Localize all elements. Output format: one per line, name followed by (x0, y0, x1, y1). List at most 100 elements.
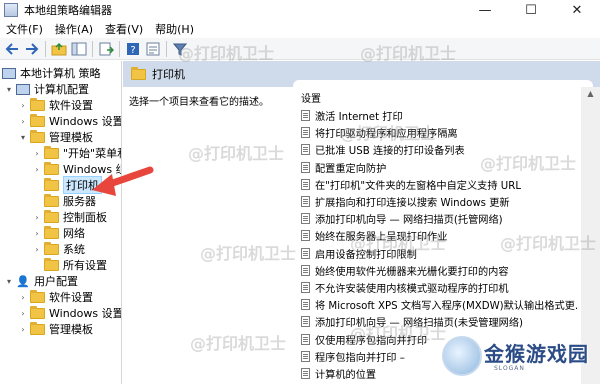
tree-item-label: Windows 设置 (49, 115, 122, 128)
setting-item-label: 将打印驱动程序和应用程序隔离 (315, 129, 458, 141)
chevron-right-icon[interactable]: › (18, 325, 28, 334)
settings-column-header[interactable]: 设置 (301, 90, 321, 105)
tree-item-label: Windows 组 (63, 163, 122, 176)
close-button[interactable]: ✕ (554, 0, 600, 20)
navigation-tree[interactable]: 本地计算机 策略 ▾ 计算机配置 › 软件设置 › Windows 设置 ▾ 管… (0, 61, 122, 384)
tree-item-label: 网络 (63, 227, 85, 240)
setting-item-label: 配置重定向防护 (315, 163, 387, 175)
window-title: 本地组策略编辑器 (24, 4, 112, 17)
chevron-right-icon[interactable]: › (18, 101, 28, 110)
tree-item-system[interactable]: › 系统 (32, 241, 85, 257)
toolbar: ? (0, 38, 600, 60)
folder-icon (44, 161, 59, 175)
chevron-right-icon[interactable]: › (32, 245, 42, 254)
chevron-right-icon[interactable]: › (32, 165, 42, 174)
chevron-right-icon[interactable]: › (18, 117, 28, 126)
chevron-down-icon[interactable]: ▾ (4, 277, 14, 286)
toolbar-divider (166, 40, 167, 57)
tree-item-label: 打印机 (63, 176, 102, 194)
setting-item-label: 在"打印机"文件夹的左窗格中自定义支持 URL (315, 180, 522, 192)
tree-item-user-admin-templates[interactable]: › 管理模板 (18, 321, 93, 337)
setting-item[interactable]: 启用设备控制打印限制 (301, 245, 577, 262)
policy-setting-icon (301, 316, 310, 328)
setting-item[interactable]: 添加打印机向导 — 网络扫描页(未受管理网络) (301, 313, 577, 330)
scroll-up-icon[interactable]: ▲ (581, 87, 600, 101)
filter-icon[interactable] (171, 40, 189, 58)
tree-item-server[interactable]: 服务器 (32, 193, 96, 209)
tree-item-windows-settings[interactable]: › Windows 设置 (18, 113, 122, 129)
setting-item[interactable]: 将打印驱动程序和应用程序隔离 (301, 124, 577, 141)
tree-item-start-menu[interactable]: › "开始"菜单和 (32, 145, 121, 161)
tree-item-label: 系统 (63, 243, 85, 256)
tree-item-label: 服务器 (63, 195, 96, 208)
back-icon[interactable] (3, 40, 21, 58)
tree-item-software-settings[interactable]: › 软件设置 (18, 97, 93, 113)
setting-item[interactable]: 始终使用软件光栅器来光栅化要打印的内容 (301, 262, 577, 279)
menu-action[interactable]: 操作(A) (49, 21, 99, 37)
title-bar: 本地组策略编辑器 — ☐ ✕ (0, 0, 600, 20)
tree-item-control-panel[interactable]: › 控制面板 (32, 209, 107, 225)
menu-view[interactable]: 查看(V) (99, 21, 149, 37)
setting-item[interactable]: 激活 Internet 打印 (301, 107, 577, 124)
computer-icon (16, 83, 30, 95)
app-icon (4, 3, 18, 17)
chevron-right-icon[interactable]: › (18, 293, 28, 302)
chevron-right-icon[interactable]: › (32, 229, 42, 238)
folder-icon (30, 321, 45, 335)
menu-file[interactable]: 文件(F) (0, 21, 49, 37)
chevron-right-icon[interactable]: › (32, 149, 42, 158)
policy-setting-icon (301, 178, 310, 190)
setting-item[interactable]: 始终在服务器上呈现打印作业 (301, 227, 577, 244)
folder-icon (44, 177, 59, 191)
toolbar-divider (92, 40, 93, 57)
setting-item[interactable]: 添加打印机向导 — 网络扫描页(托管网络) (301, 210, 577, 227)
tree-item-all-settings[interactable]: 所有设置 (32, 257, 107, 273)
policy-setting-icon (301, 196, 310, 208)
setting-item-label: 始终使用软件光栅器来光栅化要打印的内容 (315, 266, 509, 278)
tree-item-label: 软件设置 (49, 291, 93, 304)
tree-item-root[interactable]: 本地计算机 策略 (2, 65, 101, 81)
minimize-button[interactable]: — (462, 0, 508, 20)
tree-item-label: 所有设置 (63, 259, 107, 272)
setting-item[interactable]: 将 Microsoft XPS 文档写入程序(MXDW)默认输出格式更... (301, 296, 577, 313)
export-list-icon[interactable] (97, 40, 115, 58)
tree-item-network[interactable]: › 网络 (32, 225, 85, 241)
chevron-right-icon[interactable]: › (18, 309, 28, 318)
setting-item-label: 添加打印机向导 — 网络扫描页(托管网络) (315, 215, 503, 227)
policy-setting-icon (301, 213, 310, 225)
logo-text: 金猴游戏园 (484, 342, 589, 366)
setting-item[interactable]: 在"打印机"文件夹的左窗格中自定义支持 URL (301, 176, 577, 193)
forward-icon[interactable] (23, 40, 41, 58)
policy-setting-icon (301, 247, 310, 259)
tree-item-admin-templates[interactable]: ▾ 管理模板 (18, 129, 93, 145)
tree-item-user-software-settings[interactable]: › 软件设置 (18, 289, 93, 305)
tree-item-printer[interactable]: 打印机 (32, 176, 102, 194)
properties-icon[interactable] (144, 40, 162, 58)
chevron-down-icon[interactable]: ▾ (18, 133, 28, 142)
setting-item-label: 计算机的位置 (315, 369, 377, 381)
maximize-button[interactable]: ☐ (508, 0, 554, 20)
policy-setting-icon (301, 367, 310, 379)
folder-up-icon[interactable] (50, 40, 68, 58)
policy-setting-icon (301, 161, 310, 173)
logo-emblem (442, 336, 482, 376)
setting-item-label: 启用设备控制打印限制 (315, 249, 417, 261)
folder-icon (131, 66, 146, 80)
show-hide-tree-icon[interactable] (70, 40, 88, 58)
tree-item-windows-components[interactable]: › Windows 组 (32, 161, 122, 177)
tree-item-computer-config[interactable]: ▾ 计算机配置 (4, 81, 89, 97)
tree-item-label: 软件设置 (49, 99, 93, 112)
setting-item[interactable]: 不允许安装使用内核模式驱动程序的打印机 (301, 279, 577, 296)
tree-item-user-config[interactable]: ▾ 👤 用户配置 (4, 273, 78, 289)
tree-item-label: 管理模板 (49, 131, 93, 144)
chevron-right-icon[interactable]: › (32, 213, 42, 222)
setting-item[interactable]: 已批准 USB 连接的打印设备列表 (301, 141, 577, 158)
help-icon[interactable]: ? (124, 40, 142, 58)
setting-item[interactable]: 配置重定向防护 (301, 159, 577, 176)
setting-item[interactable]: 扩展指向和打印连接以搜索 Windows 更新 (301, 193, 577, 210)
svg-text:?: ? (130, 45, 135, 56)
chevron-down-icon[interactable]: ▾ (4, 85, 14, 94)
tree-item-user-windows-settings[interactable]: › Windows 设置 (18, 305, 121, 321)
menu-help[interactable]: 帮助(H) (149, 21, 200, 37)
folder-icon (44, 225, 59, 239)
